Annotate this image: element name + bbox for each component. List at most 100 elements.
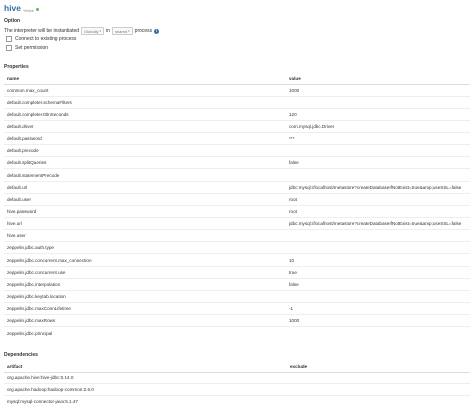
instantiation-line: The interpreter will be instantiated Glo… [4,27,160,35]
property-row-value [286,95,470,109]
properties-section-title: Properties [4,64,29,70]
column-header-value: value [286,73,470,85]
column-header-exclude: exclude [287,361,470,373]
property-row: hive.password root [4,204,470,218]
dependency-row-value [287,394,470,407]
status-dot-icon [35,8,39,11]
set-permission-option[interactable]: Set permission [6,45,48,51]
property-row: default.completer.schemaFilters [4,95,470,109]
property-row-value: 1000 [286,314,470,327]
dependency-row-value [287,371,470,384]
property-row-key: zeppelin.jdbc.maxConnLifetime [4,302,286,315]
property-row-key: default.url [4,180,286,194]
interpreter-subtitle: %hive [23,8,34,13]
property-row-value: 10 [286,253,470,267]
property-row: zeppelin.jdbc.principal [4,326,470,339]
property-row: hive.url jdbc:mysql://localhost/metastore… [4,217,470,230]
set-permission-label: Set permission [15,45,49,51]
property-row: default.password *** [4,132,470,145]
property-row-key: zeppelin.jdbc.interpolation [4,277,286,291]
property-row-value [286,289,470,303]
property-row: zeppelin.jdbc.maxRows 1000 [4,314,470,327]
dependency-row-key: org.apache.hive:hive-jdbc:0.14.0 [4,371,287,384]
property-row: zeppelin.jdbc.concurrent.use true [4,265,470,279]
property-row-key: common.max_count [4,83,286,97]
scope-select[interactable]: Globally ▾ [81,27,105,35]
property-row-key: hive.password [4,204,286,218]
property-row: default.completer.ttlInSeconds 120 [4,107,470,121]
interpreter-header: hive %hive [4,4,39,13]
property-row-value: false [286,156,470,169]
property-row-value: jdbc:mysql://localhost/metastore?createD… [286,217,470,230]
property-row-value: com.mysql.jdbc.Driver [286,119,470,133]
dependency-row: mysql:mysql-connector-java:5.1.47 [4,394,470,407]
connect-existing-process-checkbox[interactable] [6,36,12,42]
info-icon[interactable]: i [154,28,160,34]
properties-table: name value common.max_count 1000 default.c… [4,73,470,339]
property-row-key: default.statementPrecode [4,168,286,182]
property-row-value: *** [286,132,470,145]
dependency-row-key: mysql:mysql-connector-java:5.1.47 [4,394,287,407]
property-row: common.max_count 1000 [4,83,470,97]
chevron-down-icon: ▾ [128,29,130,33]
property-row-value [286,241,470,254]
chevron-down-icon: ▾ [99,29,102,33]
dependency-row: org.apache.hive:hive-jdbc:0.14.0 [4,371,470,384]
property-row-key: zeppelin.jdbc.concurrent.use [4,265,286,279]
dependency-row-value [287,383,470,395]
property-row-key: default.precode [4,144,286,157]
property-row-value [286,229,470,242]
property-row: zeppelin.jdbc.concurrent.max_connection 1… [4,253,470,267]
interpreter-title: hive [4,3,22,13]
property-row-value: root [286,204,470,218]
mode-select[interactable]: shared ▾ [111,27,133,35]
property-row-key: zeppelin.jdbc.principal [4,326,286,339]
property-row-key: default.password [4,132,286,145]
property-row: zeppelin.jdbc.keytab.location [4,289,470,303]
column-header-artifact: artifact [4,361,287,373]
property-row: zeppelin.jdbc.auth.type [4,241,470,254]
property-row-value: 120 [286,107,470,121]
dependency-row-key: org.apache.hadoop:hadoop-common:2.6.0 [4,383,287,395]
property-row-value [286,326,470,339]
property-row-key: hive.user [4,229,286,242]
instantiation-text-before: The interpreter will be instantiated [4,28,80,34]
property-row: default.url jdbc:mysql://localhost/metast… [4,180,470,194]
dependencies-section-title: Dependencies [4,352,38,358]
properties-table-body: common.max_count 1000 default.completer.sc… [4,83,470,339]
property-row-key: zeppelin.jdbc.keytab.location [4,289,286,303]
property-row: zeppelin.jdbc.interpolation false [4,277,470,291]
instantiation-text-after: process [134,28,153,34]
option-section-title: Option [4,18,21,24]
dependency-row: org.apache.hadoop:hadoop-common:2.6.0 [4,383,470,395]
property-row-key: zeppelin.jdbc.maxRows [4,314,286,327]
property-row: default.driver com.mysql.jdbc.Driver [4,119,470,133]
instantiation-text-in: in [106,28,110,34]
property-row: zeppelin.jdbc.maxConnLifetime -1 [4,302,470,315]
set-permission-checkbox[interactable] [6,45,12,51]
property-row-key: default.completer.ttlInSeconds [4,107,286,121]
dependencies-table: artifact exclude org.apache.hive:hive-jd… [4,361,470,407]
property-row-key: hive.url [4,217,286,230]
property-row: default.statementPrecode [4,168,470,182]
property-row: default.precode [4,144,470,157]
scope-select-value: Globally [84,28,99,34]
property-row-key: zeppelin.jdbc.auth.type [4,241,286,254]
column-header-name: name [4,73,286,85]
property-row: hive.user [4,229,470,242]
connect-existing-process-label: Connect to existing process [15,36,77,42]
property-row-value: jdbc:mysql://localhost/metastore?createD… [286,180,470,194]
property-row-key: default.splitQueries [4,156,286,169]
property-row: default.user root [4,192,470,206]
property-row-value: false [286,277,470,291]
property-row-key: default.user [4,192,286,206]
property-row-value: true [286,265,470,279]
property-row: default.splitQueries false [4,156,470,169]
property-row-key: zeppelin.jdbc.concurrent.max_connection [4,253,286,267]
mode-select-value: shared [114,28,128,34]
property-row-value: root [286,192,470,206]
property-row-value [286,168,470,182]
connect-existing-process-option[interactable]: Connect to existing process [6,36,76,42]
property-row-key: default.completer.schemaFilters [4,95,286,109]
dependencies-table-body: org.apache.hive:hive-jdbc:0.14.0 org.apac… [4,371,470,407]
